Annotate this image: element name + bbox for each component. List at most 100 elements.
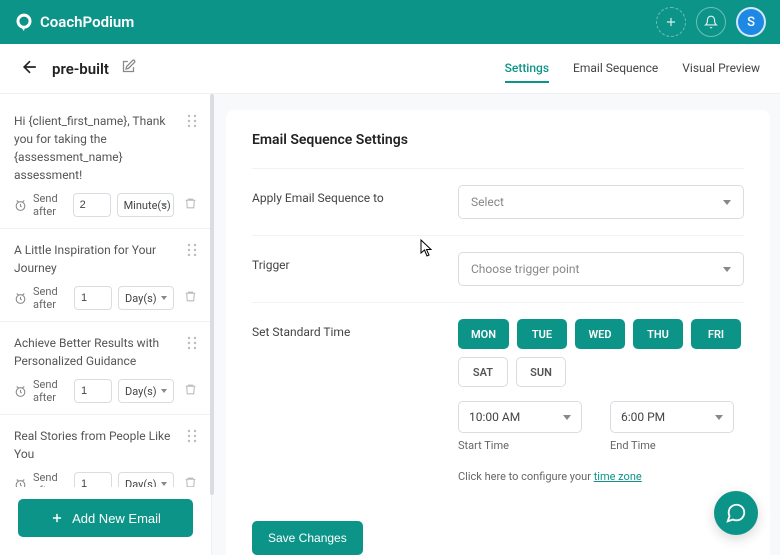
avatar-initial: S: [747, 15, 755, 30]
send-after-row: Send after Day(s): [14, 378, 197, 404]
drag-handle[interactable]: [187, 336, 197, 354]
chat-icon: [725, 502, 747, 524]
main: Hi {client_first_name}, Thank you for ta…: [0, 94, 780, 555]
pencil-icon: [121, 59, 136, 74]
brand-name: CoachPodium: [40, 13, 134, 31]
email-item[interactable]: Achieve Better Results with Personalized…: [0, 322, 211, 415]
clock-icon: [14, 292, 27, 305]
clock-icon: [14, 385, 27, 398]
row-standard-time: Set Standard Time MONTUEWEDTHUFRISATSUN …: [252, 302, 744, 499]
scrollbar[interactable]: [210, 94, 214, 495]
brand[interactable]: CoachPodium: [14, 12, 134, 32]
back-button[interactable]: [20, 57, 40, 81]
row-apply-to: Apply Email Sequence to Select: [252, 168, 744, 235]
drag-handle[interactable]: [187, 114, 197, 132]
grip-icon: [187, 429, 197, 443]
email-title: Achieve Better Results with Personalized…: [14, 334, 197, 370]
chevron-down-icon: [723, 267, 731, 272]
day-pills: MON TUE WED THU FRI SAT SUN: [458, 319, 744, 387]
page-title: pre-built: [52, 60, 109, 78]
day-pill-mon[interactable]: MON: [458, 319, 509, 349]
sidebar: Hi {client_first_name}, Thank you for ta…: [0, 94, 212, 555]
tab-email-sequence[interactable]: Email Sequence: [573, 55, 658, 83]
day-pill-sat[interactable]: SAT: [458, 357, 508, 387]
start-time-select[interactable]: 10:00 AM: [458, 401, 582, 433]
delay-input[interactable]: [73, 193, 111, 217]
content: Email Sequence Settings Apply Email Sequ…: [212, 94, 780, 555]
tab-visual-preview[interactable]: Visual Preview: [682, 55, 760, 83]
trigger-label: Trigger: [252, 252, 442, 272]
settings-card: Email Sequence Settings Apply Email Sequ…: [226, 110, 770, 555]
add-email-button[interactable]: Add New Email: [18, 499, 193, 537]
email-item[interactable]: Hi {client_first_name}, Thank you for ta…: [0, 100, 211, 229]
grip-icon: [187, 114, 197, 128]
apply-to-select[interactable]: Select: [458, 185, 744, 219]
tab-settings[interactable]: Settings: [505, 55, 549, 83]
trash-icon: [184, 290, 197, 303]
save-button[interactable]: Save Changes: [252, 521, 363, 555]
page-header: pre-built Settings Email Sequence Visual…: [0, 44, 780, 94]
delay-input[interactable]: [74, 286, 112, 310]
grip-icon: [187, 336, 197, 350]
notifications-button[interactable]: [696, 7, 726, 37]
end-time-value: 6:00 PM: [621, 410, 665, 424]
start-time-value: 10:00 AM: [469, 410, 520, 424]
unit-select[interactable]: Day(s): [118, 379, 174, 403]
delay-input[interactable]: [74, 472, 112, 487]
trash-icon: [184, 197, 197, 210]
trash-icon: [184, 476, 197, 487]
end-time-select[interactable]: 6:00 PM: [610, 401, 734, 433]
clock-icon: [14, 199, 27, 212]
send-after-row: Send after Day(s): [14, 285, 197, 311]
send-after-label: Send after: [33, 192, 67, 218]
delete-email-button[interactable]: [184, 197, 197, 213]
timezone-note: Click here to configure your time zone: [458, 470, 744, 483]
email-item[interactable]: Real Stories from People Like You Send a…: [0, 415, 211, 487]
topbar-actions: S: [656, 7, 766, 37]
email-item[interactable]: A Little Inspiration for Your Journey Se…: [0, 229, 211, 322]
send-after-label: Send after: [33, 285, 68, 311]
row-trigger: Trigger Choose trigger point: [252, 235, 744, 302]
unit-select[interactable]: Day(s): [118, 472, 174, 487]
trash-icon: [184, 383, 197, 396]
day-pill-thu[interactable]: THU: [633, 319, 683, 349]
day-pill-wed[interactable]: WED: [575, 319, 625, 349]
email-title: A Little Inspiration for Your Journey: [14, 241, 197, 277]
bell-icon: [704, 15, 718, 29]
delete-email-button[interactable]: [184, 476, 197, 487]
delay-input[interactable]: [74, 379, 112, 403]
topbar: CoachPodium S: [0, 0, 780, 44]
delete-email-button[interactable]: [184, 290, 197, 306]
send-after-label: Send after: [33, 378, 68, 404]
drag-handle[interactable]: [187, 429, 197, 447]
delete-email-button[interactable]: [184, 383, 197, 399]
arrow-left-icon: [20, 57, 40, 77]
apply-to-label: Apply Email Sequence to: [252, 185, 442, 205]
day-pill-tue[interactable]: TUE: [517, 319, 567, 349]
email-title: Real Stories from People Like You: [14, 427, 197, 463]
unit-select[interactable]: Day(s): [118, 286, 174, 310]
email-title: Hi {client_first_name}, Thank you for ta…: [14, 112, 197, 184]
trigger-select[interactable]: Choose trigger point: [458, 252, 744, 286]
start-time-label: Start Time: [458, 439, 582, 452]
card-title: Email Sequence Settings: [252, 132, 744, 148]
chevron-down-icon: [715, 415, 723, 420]
end-time-label: End Time: [610, 439, 734, 452]
plus-icon: [664, 15, 678, 29]
create-button[interactable]: [656, 7, 686, 37]
chevron-down-icon: [563, 415, 571, 420]
day-pill-sun[interactable]: SUN: [516, 357, 566, 387]
apply-to-placeholder: Select: [471, 195, 504, 209]
send-after-row: Send after Day(s): [14, 471, 197, 487]
timezone-link[interactable]: time zone: [594, 470, 642, 483]
help-fab[interactable]: [714, 491, 758, 535]
avatar[interactable]: S: [736, 7, 766, 37]
email-list: Hi {client_first_name}, Thank you for ta…: [0, 94, 211, 487]
plus-icon: [50, 511, 64, 525]
unit-select[interactable]: Minute(s): [117, 193, 174, 217]
edit-title-button[interactable]: [121, 59, 136, 78]
add-email-label: Add New Email: [72, 511, 161, 526]
day-pill-fri[interactable]: FRI: [691, 319, 741, 349]
drag-handle[interactable]: [187, 243, 197, 261]
trigger-placeholder: Choose trigger point: [471, 262, 580, 276]
